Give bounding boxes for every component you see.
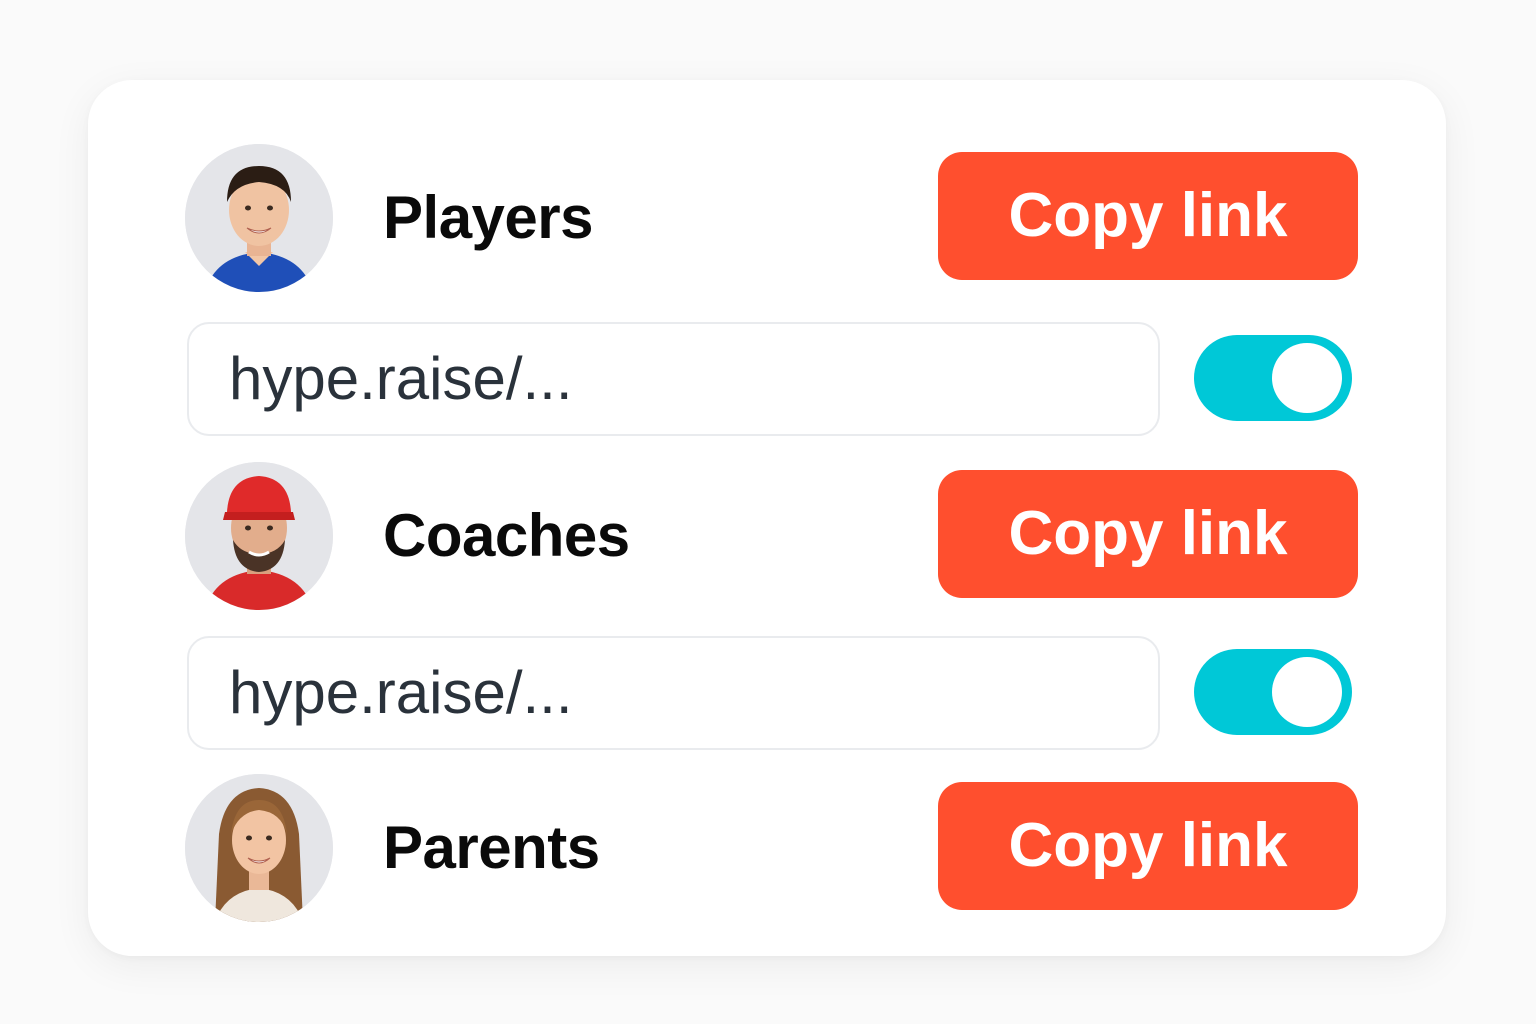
link-url-coaches: hype.raise/... bbox=[229, 659, 573, 726]
copy-link-button-parents[interactable]: Copy link bbox=[938, 782, 1358, 910]
link-toggle-coaches[interactable] bbox=[1194, 649, 1352, 735]
link-url-players: hype.raise/... bbox=[229, 345, 573, 412]
coach-avatar-icon bbox=[185, 462, 333, 610]
link-field-players[interactable]: hype.raise/... bbox=[187, 322, 1160, 436]
link-row-coaches: hype.raise/... bbox=[88, 636, 1446, 750]
toggle-knob bbox=[1272, 343, 1342, 413]
group-row-players: Players Copy link bbox=[88, 144, 1446, 292]
link-row-players: hype.raise/... bbox=[88, 322, 1446, 436]
parent-avatar-icon bbox=[185, 774, 333, 922]
link-field-coaches[interactable]: hype.raise/... bbox=[187, 636, 1160, 750]
group-name-players: Players bbox=[383, 184, 594, 251]
share-links-card: Players Copy link hype.raise/... Coaches… bbox=[88, 80, 1446, 956]
toggle-knob bbox=[1272, 657, 1342, 727]
copy-link-button-coaches[interactable]: Copy link bbox=[938, 470, 1358, 598]
group-name-coaches: Coaches bbox=[383, 502, 630, 569]
player-avatar-icon bbox=[185, 144, 333, 292]
group-row-coaches: Coaches Copy link bbox=[88, 462, 1446, 610]
link-toggle-players[interactable] bbox=[1194, 335, 1352, 421]
group-name-parents: Parents bbox=[383, 814, 600, 881]
group-row-parents: Parents Copy link bbox=[88, 774, 1446, 922]
copy-link-button-players[interactable]: Copy link bbox=[938, 152, 1358, 280]
